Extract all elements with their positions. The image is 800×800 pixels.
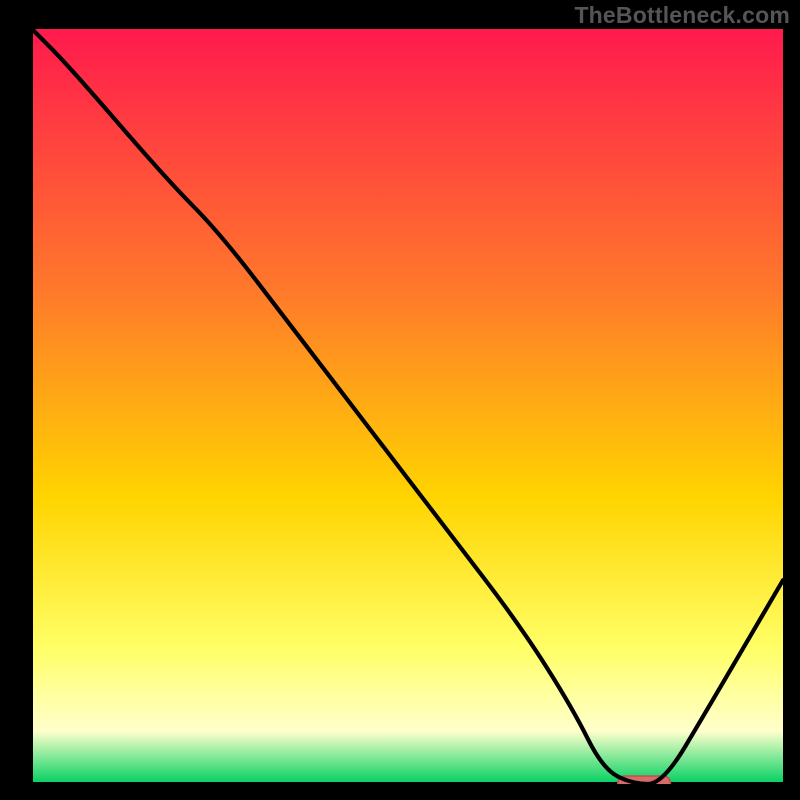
watermark-label: TheBottleneck.com <box>574 2 790 29</box>
axis-left <box>26 22 33 788</box>
plot-background <box>32 29 783 784</box>
axis-bottom <box>26 782 788 789</box>
chart-frame: TheBottleneck.com <box>0 0 800 800</box>
axis-right <box>784 22 788 788</box>
bottleneck-curve-plot <box>0 0 800 800</box>
